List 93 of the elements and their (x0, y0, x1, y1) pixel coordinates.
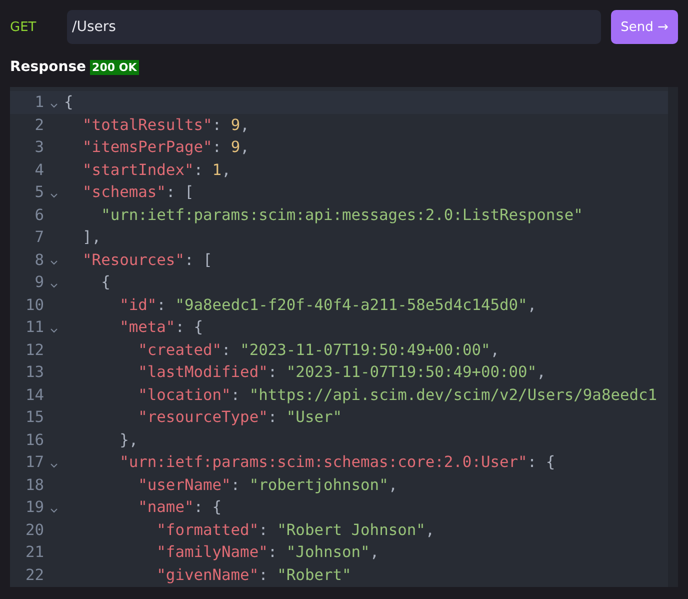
json-punctuation: : (212, 116, 223, 134)
json-key: "name" (64, 498, 194, 516)
json-key: "Resources" (64, 250, 184, 269)
line-number: 11 (24, 318, 44, 336)
json-punctuation: ], (82, 228, 102, 246)
json-key: "startIndex" (64, 160, 194, 179)
json-key: "id" (64, 296, 157, 314)
status-badge: 200 OK (90, 60, 139, 74)
fold-chevron-icon[interactable] (50, 328, 58, 333)
line-number: 20 (24, 520, 44, 539)
json-punctuation: : { (527, 453, 556, 472)
line-number: 6 (34, 206, 44, 224)
json-key: "givenName" (64, 566, 259, 584)
line-number: 16 (24, 430, 44, 449)
line-number: 17 (24, 453, 44, 472)
json-punctuation: : (194, 160, 204, 179)
fold-chevron-icon[interactable] (50, 462, 58, 468)
json-punctuation: , (425, 520, 435, 539)
json-punctuation: : (268, 408, 278, 426)
line-number: 19 (24, 498, 44, 516)
json-string: "robertjohnson" (249, 476, 388, 494)
json-punctuation: : (212, 138, 223, 156)
line-number: 7 (34, 228, 44, 246)
json-punctuation: , (536, 363, 546, 382)
json-punctuation: { (64, 93, 74, 112)
json-punctuation: , (222, 160, 231, 179)
fold-chevron-icon[interactable] (50, 102, 58, 108)
json-punctuation: : [ (184, 250, 212, 269)
response-heading: Response (10, 59, 86, 75)
json-punctuation: : (230, 386, 242, 404)
json-string: "Johnson" (286, 543, 370, 562)
line-number: 8 (34, 250, 44, 269)
line-number: 22 (24, 566, 44, 584)
fold-chevron-icon[interactable] (50, 192, 58, 198)
json-punctuation: : [ (166, 183, 194, 202)
json-string: "Robert" (277, 566, 352, 584)
line-number: 3 (34, 138, 44, 156)
json-number: 9 (230, 138, 240, 156)
json-punctuation: { (100, 273, 110, 292)
http-method: GET (10, 20, 38, 34)
line-number: 9 (34, 273, 44, 292)
json-key: "formatted" (64, 520, 259, 539)
json-punctuation: : (156, 296, 167, 314)
line-number: 2 (34, 116, 44, 134)
json-punctuation: , (370, 543, 380, 562)
line-number: 5 (34, 183, 44, 202)
line-number: 4 (34, 160, 44, 179)
line-number: 18 (24, 476, 44, 494)
fold-chevron-icon[interactable] (50, 508, 58, 513)
line-number: 10 (24, 296, 44, 314)
json-punctuation: : (268, 363, 278, 382)
json-punctuation: : { (194, 498, 222, 516)
json-punctuation: , (527, 296, 537, 314)
json-punctuation: , (388, 476, 398, 494)
json-key: "familyName" (64, 543, 268, 562)
json-number: 1 (212, 160, 222, 179)
json-key: "created" (64, 340, 222, 359)
json-key: "resourceType" (64, 408, 268, 426)
json-punctuation: : (230, 476, 242, 494)
json-key: "totalResults" (64, 116, 212, 134)
json-punctuation: : (268, 543, 278, 562)
json-punctuation: , (240, 116, 250, 134)
json-key: "userName" (64, 476, 231, 494)
json-key: "schemas" (64, 183, 166, 202)
json-number: 9 (230, 116, 240, 134)
fold-chevron-icon[interactable] (50, 282, 58, 288)
json-key: "location" (64, 386, 231, 404)
json-punctuation: : { (175, 318, 204, 336)
line-number: 15 (24, 408, 44, 426)
line-number: 13 (24, 363, 44, 382)
json-string: "urn:ietf:params:scim:api:messages:2.0:ListResponse" (100, 206, 583, 224)
json-punctuation: : (258, 566, 269, 584)
json-string: "Robert Johnson" (277, 520, 426, 539)
json-punctuation: }, (118, 430, 138, 449)
json-string: "User" (286, 408, 342, 426)
json-punctuation: : (258, 520, 269, 539)
json-punctuation: , (490, 340, 500, 359)
url-field[interactable]: /Users (67, 10, 601, 44)
json-string: "2023-11-07T19:50:49+00:00" (286, 363, 537, 382)
line-number: 21 (24, 543, 44, 562)
json-key: "itemsPerPage" (64, 138, 212, 156)
line-number: 14 (24, 386, 44, 404)
json-string: "9a8eedc1-f20f-40f4-a211-58e5d4c145d0" (175, 296, 528, 314)
fold-chevron-icon[interactable] (50, 260, 58, 266)
json-string: "https://api.scim.dev/scim/v2/Users/9a8eedc1 (249, 386, 658, 404)
json-key: "urn:ietf:params:scim:schemas:core:2.0:User" (64, 453, 528, 472)
line-number: 1 (34, 93, 44, 112)
json-key: "lastModified" (64, 363, 268, 382)
line-number: 12 (24, 340, 44, 359)
json-punctuation: , (240, 138, 250, 156)
json-string: "2023-11-07T19:50:49+00:00" (240, 340, 490, 359)
json-key: "meta" (64, 318, 176, 336)
json-punctuation: : (222, 340, 232, 359)
